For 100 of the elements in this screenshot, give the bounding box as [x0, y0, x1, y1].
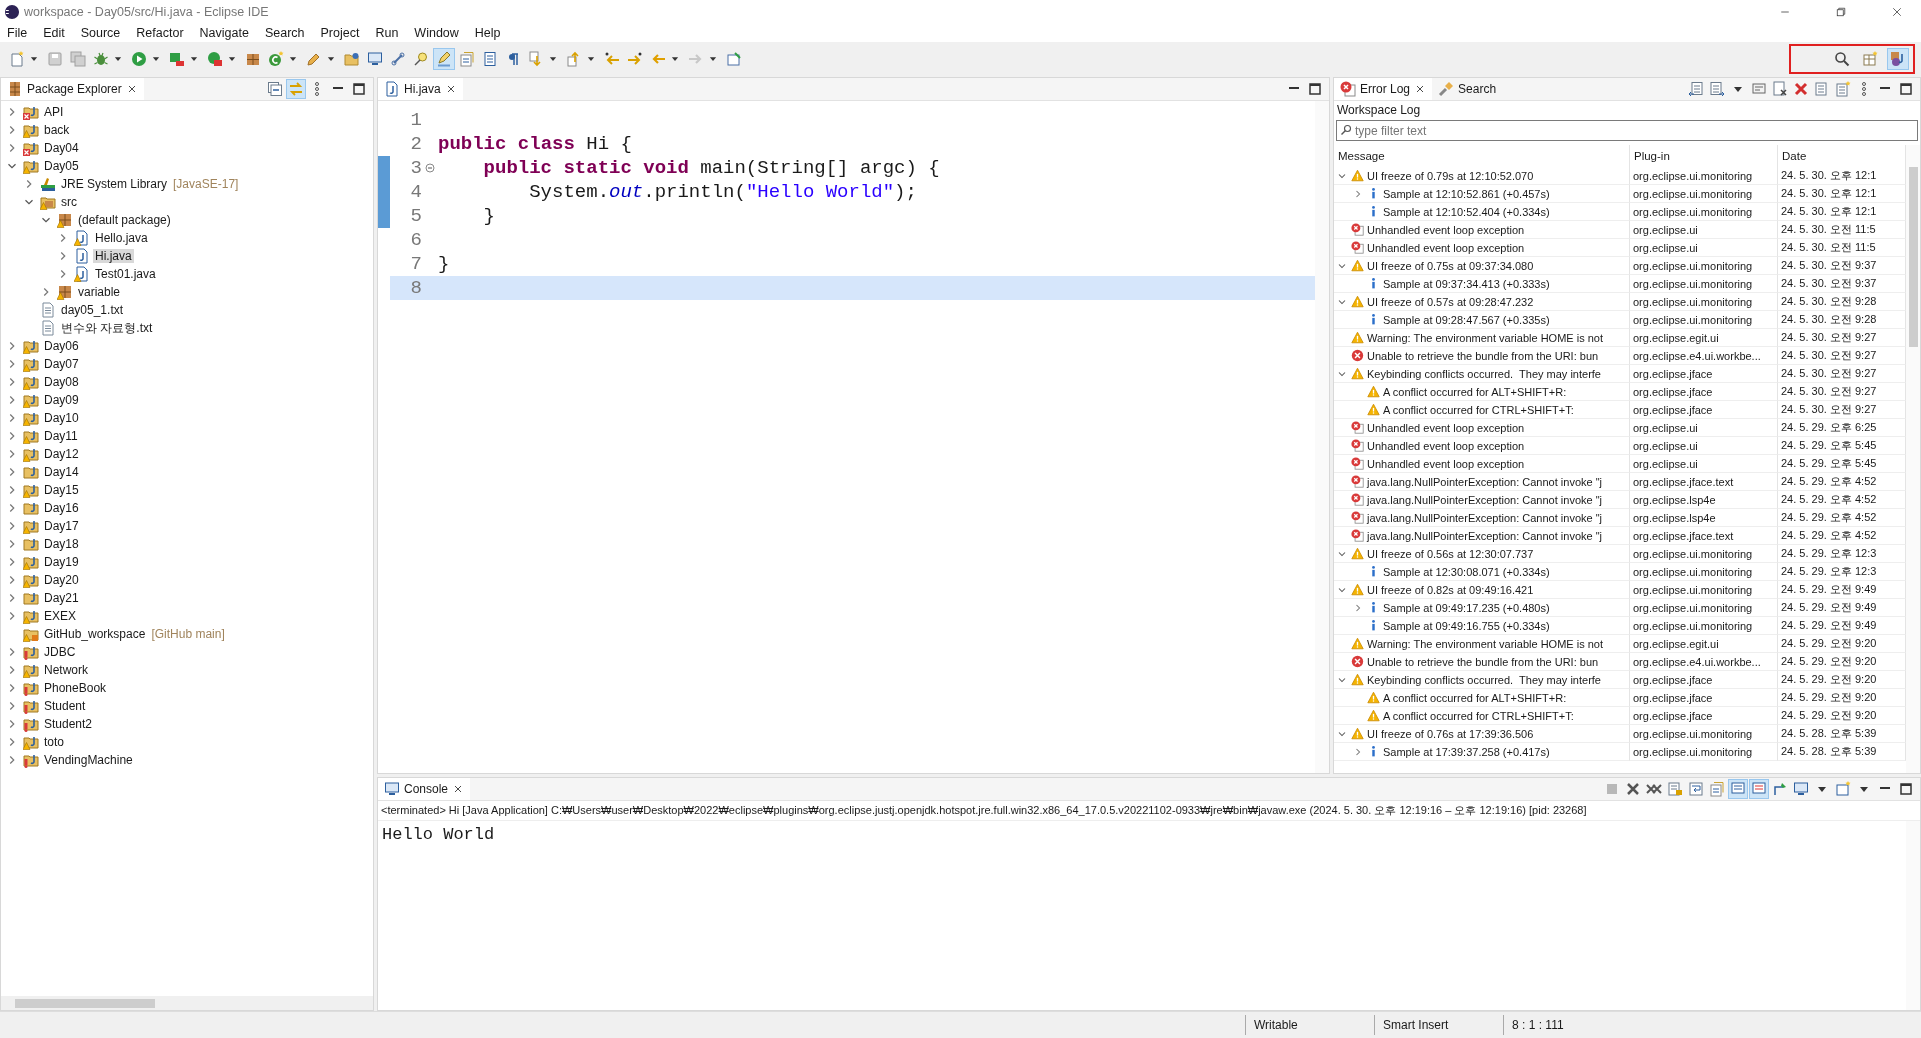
- tree-item[interactable]: Network: [42, 663, 90, 677]
- collapse-all-icon[interactable]: [265, 79, 285, 99]
- tree-item[interactable]: Student2: [42, 717, 95, 731]
- menu-item[interactable]: Help: [473, 26, 502, 40]
- tree-item[interactable]: Day12: [42, 447, 81, 461]
- menu-item[interactable]: Search: [263, 26, 306, 40]
- log-message: A conflict occurred for ALT+SHIFT+R:: [1383, 385, 1567, 398]
- tree-item[interactable]: GitHub_workspace: [42, 627, 148, 641]
- export-log-icon[interactable]: [1686, 79, 1706, 99]
- show-output-icon[interactable]: [1728, 779, 1748, 799]
- show-error-icon[interactable]: [1749, 779, 1769, 799]
- menu-item[interactable]: File: [6, 26, 29, 40]
- restore-icon[interactable]: [1835, 6, 1847, 18]
- project-folder-icon: [23, 158, 39, 174]
- log-message: Sample at 12:30:08.071 (+0.334s): [1383, 565, 1550, 578]
- column-header[interactable]: Message: [1334, 145, 1630, 167]
- table-cell: org.eclipse.jface: [1630, 689, 1778, 707]
- tree-item[interactable]: Day05: [42, 159, 81, 173]
- table-cell: org.eclipse.jface.text: [1630, 527, 1778, 545]
- horizontal-scrollbar[interactable]: [15, 998, 155, 1008]
- table-cell: org.eclipse.ui.monitoring: [1630, 203, 1778, 221]
- tree-item[interactable]: Day10: [42, 411, 81, 425]
- error-log-icon: [1351, 223, 1364, 236]
- vertical-scrollbar[interactable]: [1908, 167, 1918, 347]
- tree-item[interactable]: Day06: [42, 339, 81, 353]
- java-perspective-icon[interactable]: [1887, 48, 1909, 70]
- tree-item[interactable]: API: [42, 105, 66, 119]
- tree-item[interactable]: Day21: [42, 591, 81, 605]
- view-tab[interactable]: Error Log: [1334, 78, 1433, 100]
- tree-item[interactable]: Hello.java: [93, 231, 150, 245]
- editor-tab[interactable]: Hi.java: [378, 78, 463, 100]
- project-folder-icon: [23, 338, 39, 354]
- tree-item[interactable]: Test01.java: [93, 267, 158, 281]
- view-tab[interactable]: Package Explorer: [1, 78, 144, 100]
- scrollbar-track[interactable]: [1315, 101, 1329, 773]
- tree-item[interactable]: VendingMachine: [42, 753, 135, 767]
- clear-log-icon[interactable]: [1770, 79, 1790, 99]
- menu-item[interactable]: Run: [374, 26, 400, 40]
- log-message: A conflict occurred for ALT+SHIFT+R:: [1383, 691, 1567, 704]
- warning-icon: [1351, 331, 1364, 344]
- tree-item[interactable]: src: [59, 195, 79, 209]
- tree-item[interactable]: back: [42, 123, 72, 137]
- menu-item[interactable]: Edit: [42, 26, 66, 40]
- tree-item[interactable]: toto: [42, 735, 66, 749]
- tree-item[interactable]: Day09: [42, 393, 81, 407]
- close-icon[interactable]: [1891, 6, 1903, 18]
- log-message: UI freeze of 0.56s at 12:30:07.737: [1367, 547, 1534, 560]
- warning-icon: [1367, 709, 1380, 722]
- tree-item[interactable]: Day04: [42, 141, 81, 155]
- fold-icon[interactable]: [425, 163, 435, 173]
- table-cell: org.eclipse.jface: [1630, 365, 1778, 383]
- tree-item[interactable]: Day08: [42, 375, 81, 389]
- project-folder-icon: [23, 536, 39, 552]
- table-cell: org.eclipse.ui.monitoring: [1630, 275, 1778, 293]
- import-log-icon[interactable]: [1707, 79, 1727, 99]
- word-wrap-icon[interactable]: [1686, 779, 1706, 799]
- log-message: UI freeze of 0.76s at 17:39:36.506: [1367, 727, 1534, 740]
- table-cell: org.eclipse.ui.monitoring: [1630, 185, 1778, 203]
- line-number: 6: [409, 229, 422, 251]
- menu-item[interactable]: Source: [79, 26, 122, 40]
- tree-item[interactable]: PhoneBook: [42, 681, 109, 695]
- menu-item[interactable]: Refactor: [135, 26, 185, 40]
- tree-item[interactable]: (default package): [76, 213, 173, 227]
- warning-icon: [1367, 691, 1380, 704]
- tree-item[interactable]: Day07: [42, 357, 81, 371]
- highlighter-icon[interactable]: [433, 48, 455, 70]
- tree-item[interactable]: Hi.java: [93, 249, 134, 263]
- tree-item[interactable]: Student: [42, 699, 88, 713]
- tree-item[interactable]: Day17: [42, 519, 81, 533]
- log-message: A conflict occurred for CTRL+SHIFT+T:: [1383, 709, 1574, 722]
- column-header[interactable]: Plug-in: [1630, 145, 1778, 167]
- tree-item[interactable]: Day15: [42, 483, 81, 497]
- tree-item[interactable]: Day16: [42, 501, 81, 515]
- tree-item[interactable]: JRE System Library: [59, 177, 170, 191]
- tree-item[interactable]: Day18: [42, 537, 81, 551]
- line-number: 2: [409, 133, 422, 155]
- tree-item[interactable]: Day14: [42, 465, 81, 479]
- open-log-icon[interactable]: [1833, 79, 1853, 99]
- scrollbar-track[interactable]: [1906, 821, 1920, 1010]
- table-cell: org.eclipse.ui.monitoring: [1630, 563, 1778, 581]
- menu-item[interactable]: Project: [319, 26, 361, 40]
- tree-item[interactable]: JDBC: [42, 645, 78, 659]
- table-cell: org.eclipse.lsp4e: [1630, 509, 1778, 527]
- tree-item[interactable]: EXEX: [42, 609, 78, 623]
- log-message: Keybinding conflicts occurred. They may interfe: [1367, 367, 1601, 380]
- log-message: Unhandled event loop exception: [1367, 241, 1525, 254]
- filter-field[interactable]: type filter text: [1336, 120, 1918, 141]
- tree-item[interactable]: variable: [76, 285, 123, 299]
- documents-icon[interactable]: [1707, 779, 1727, 799]
- text-file-icon: [40, 320, 56, 336]
- view-tab[interactable]: Search: [1432, 78, 1503, 100]
- tree-item[interactable]: Day19: [42, 555, 81, 569]
- tree-item[interactable]: Day11: [42, 429, 80, 443]
- view-tab[interactable]: Console: [378, 778, 471, 800]
- tree-item[interactable]: 변수와 자료형.txt: [59, 319, 155, 337]
- menu-item[interactable]: Navigate: [198, 26, 250, 40]
- log-message: java.lang.NullPointerException: Cannot invoke "j: [1367, 529, 1603, 542]
- tree-item[interactable]: day05_1.txt: [59, 303, 126, 317]
- menu-item[interactable]: Window: [413, 26, 460, 40]
- tree-item[interactable]: Day20: [42, 573, 81, 587]
